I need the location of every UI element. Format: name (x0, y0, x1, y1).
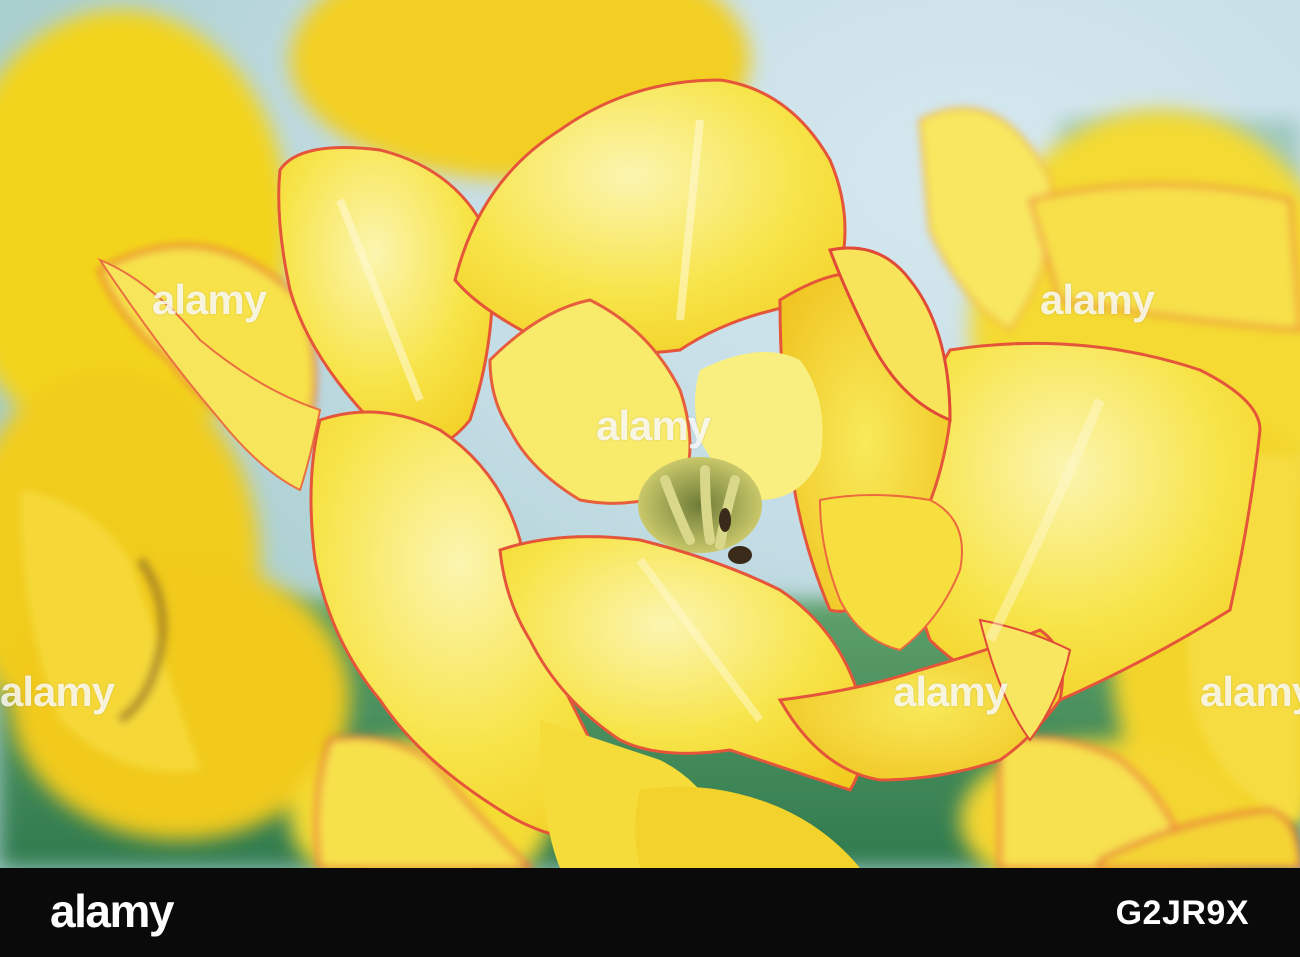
footer-bar: alamy G2JR9X (0, 868, 1300, 957)
stock-photo-frame: alamy alamy alamy alamy alamy alamy alam… (0, 0, 1300, 957)
tulip-center (638, 457, 762, 553)
image-id: G2JR9X (1115, 894, 1249, 932)
tulip-illustration (0, 0, 1300, 868)
alamy-logo: alamy (50, 885, 174, 937)
tulip-photo: alamy alamy alamy alamy alamy alamy (0, 0, 1300, 868)
